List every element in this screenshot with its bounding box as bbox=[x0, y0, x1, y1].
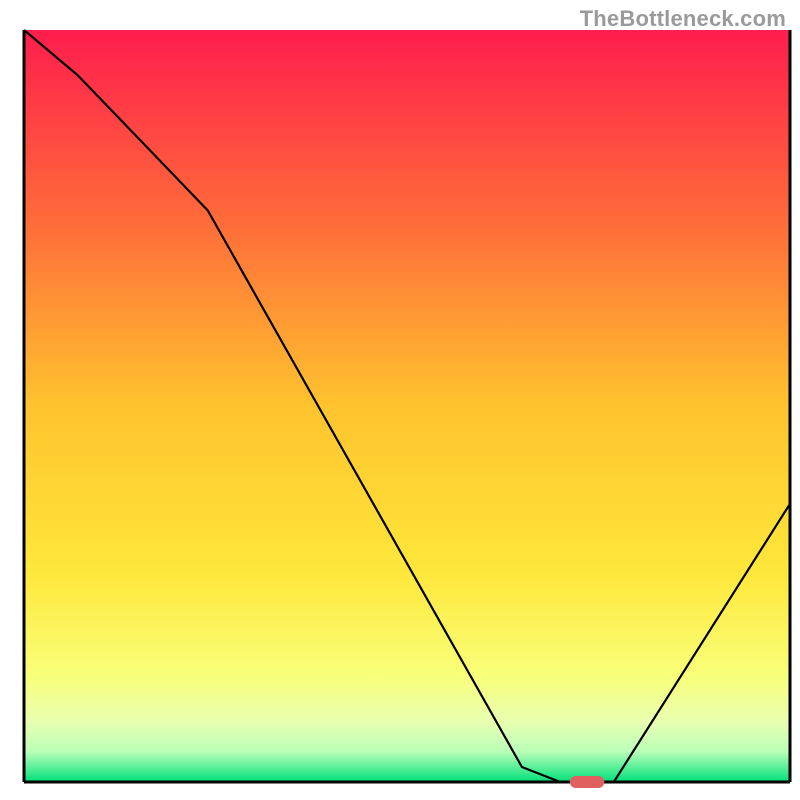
optimal-marker bbox=[570, 776, 605, 788]
chart-background bbox=[24, 30, 790, 782]
bottleneck-chart bbox=[0, 0, 800, 800]
chart-container: TheBottleneck.com bbox=[0, 0, 800, 800]
watermark-text: TheBottleneck.com bbox=[580, 6, 786, 32]
